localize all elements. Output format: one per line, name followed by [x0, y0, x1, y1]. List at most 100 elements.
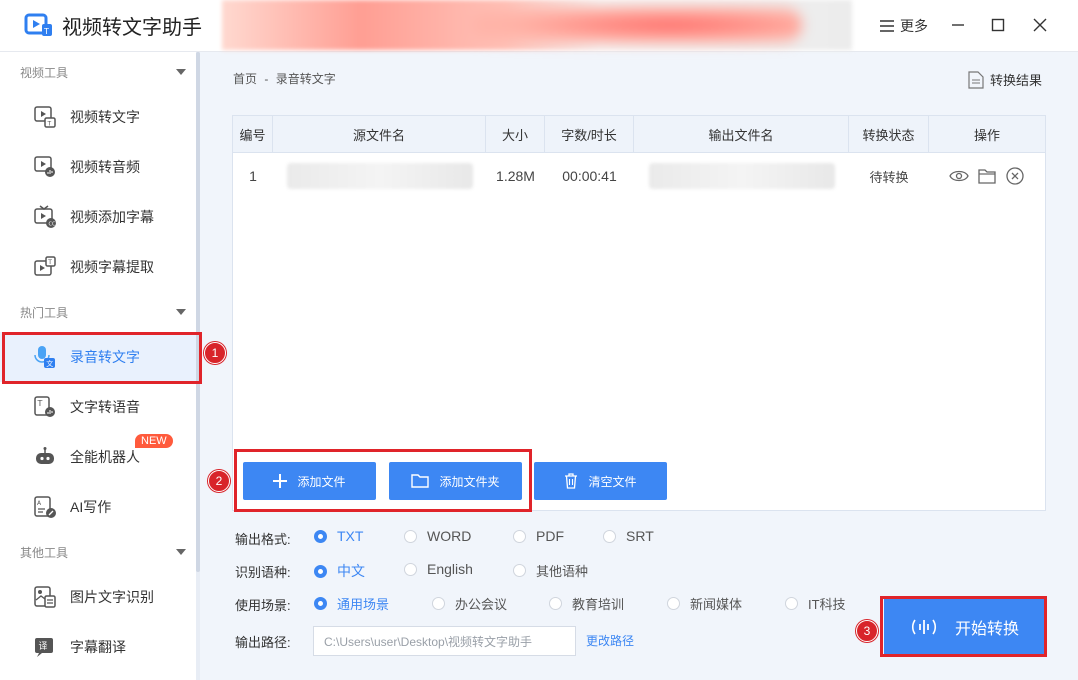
radio-label: 通用场景 — [337, 597, 390, 612]
scene-radio-education[interactable]: 教育培训 — [549, 594, 624, 613]
change-path-link[interactable]: 更改路径 — [586, 632, 634, 649]
scene-radio-meeting[interactable]: 办公会议 — [432, 594, 507, 613]
scene-radio-general[interactable]: 通用场景 — [314, 594, 389, 613]
app-logo-icon: T — [24, 13, 52, 36]
col-size: 大小 — [486, 116, 545, 153]
col-actions: 操作 — [973, 128, 1000, 143]
caret-down-icon — [176, 309, 186, 315]
radio-dot — [549, 597, 562, 610]
sidebar-item-ai-writing[interactable]: A AI写作 — [0, 482, 196, 532]
sidebar-item-extract-subtitle[interactable]: T 视频字幕提取 — [0, 242, 196, 292]
scene-label: 使用场景: — [235, 597, 291, 613]
language-radio-chinese[interactable]: 中文 — [314, 561, 365, 581]
svg-text:T: T — [37, 399, 43, 408]
section-hot-tools[interactable]: 热门工具 — [0, 292, 196, 332]
sidebar-item-video-to-text[interactable]: T 视频转文字 — [0, 92, 196, 142]
table-row[interactable]: 1 1.28M 00:00:41 待转换 — [233, 154, 1045, 198]
radio-dot — [785, 597, 798, 610]
row-size: 1.28M — [496, 168, 535, 184]
output-path-field[interactable]: C:\Users\user\Desktop\视频转文字助手 — [313, 626, 576, 656]
sidebar-item-label: 视频转音频 — [70, 159, 140, 175]
scene-radio-news[interactable]: 新闻媒体 — [667, 594, 742, 613]
output-path-label: 输出路径: — [235, 634, 291, 650]
breadcrumb: 首页 - 录音转文字 — [233, 70, 336, 87]
step-marker-2: 2 — [208, 470, 230, 492]
format-radio-srt[interactable]: SRT — [603, 528, 654, 544]
sidebar-item-robot[interactable]: 全能机器人 NEW — [0, 432, 196, 482]
document-icon — [968, 70, 984, 89]
subtitle-add-icon: CC — [32, 204, 58, 230]
preview-eye-icon[interactable] — [948, 165, 970, 187]
more-label: 更多 — [900, 18, 928, 34]
row-actions — [929, 154, 1045, 198]
more-menu-button[interactable]: 更多 — [880, 16, 928, 36]
format-radio-pdf[interactable]: PDF — [513, 528, 564, 544]
language-radio-other[interactable]: 其他语种 — [513, 561, 588, 580]
text-speech-icon: T — [32, 394, 58, 420]
highlight-box-add-buttons — [234, 449, 532, 512]
caret-down-icon — [176, 549, 186, 555]
highlight-box-audio-to-text — [2, 332, 202, 384]
minimize-icon — [952, 24, 964, 26]
sidebar-item-label: 视频添加字幕 — [70, 209, 154, 225]
section-other-tools[interactable]: 其他工具 — [0, 532, 196, 572]
row-source-name — [273, 154, 486, 198]
open-folder-icon[interactable] — [976, 165, 998, 187]
sidebar-item-label: 全能机器人 — [70, 449, 140, 465]
col-duration: 字数/时长 — [545, 116, 634, 153]
highlight-box-start — [880, 596, 1047, 657]
radio-label: PDF — [536, 528, 564, 544]
sidebar-item-label: 视频转文字 — [70, 109, 140, 125]
svg-text:译: 译 — [39, 641, 48, 652]
sidebar-item-image-ocr[interactable]: 图片文字识别 — [0, 572, 196, 622]
row-status: 待转换 — [869, 169, 909, 185]
svg-text:T: T — [47, 121, 52, 128]
radio-dot — [314, 529, 327, 543]
radio-dot — [432, 597, 445, 610]
sidebar-item-video-to-audio[interactable]: 视频转音频 — [0, 142, 196, 192]
format-radio-txt[interactable]: TXT — [314, 528, 363, 544]
col-status: 转换状态 — [849, 116, 929, 153]
scene-radio-it[interactable]: IT科技 — [785, 594, 846, 613]
svg-text:T: T — [47, 259, 52, 266]
col-index: 编号 — [233, 116, 273, 153]
svg-text:T: T — [43, 27, 49, 36]
format-radio-word[interactable]: WORD — [404, 528, 471, 544]
minimize-button[interactable] — [945, 12, 971, 38]
ad-banner[interactable] — [222, 0, 852, 50]
radio-dot — [314, 564, 327, 578]
subtitle-extract-icon: T — [32, 254, 58, 280]
trash-icon — [565, 473, 578, 489]
sidebar-item-text-to-speech[interactable]: T 文字转语音 — [0, 382, 196, 432]
radio-label: 其他语种 — [536, 564, 589, 579]
breadcrumb-home[interactable]: 首页 — [233, 72, 257, 86]
sidebar-item-subtitle-translate[interactable]: 译 字幕翻译 — [0, 622, 196, 672]
sidebar-scrollbar-thumb[interactable] — [196, 52, 200, 572]
remove-circle-x-icon[interactable] — [1004, 165, 1026, 187]
step-marker-3: 3 — [856, 620, 878, 642]
radio-label: TXT — [337, 528, 364, 544]
language-radio-english[interactable]: English — [404, 561, 473, 577]
clear-files-button[interactable]: 清空文件 — [534, 462, 667, 500]
radio-label: IT科技 — [808, 597, 846, 612]
output-format-label: 输出格式: — [235, 531, 291, 547]
clear-files-label: 清空文件 — [588, 474, 637, 489]
new-badge: NEW — [135, 434, 173, 448]
maximize-button[interactable] — [985, 12, 1011, 38]
section-video-tools[interactable]: 视频工具 — [0, 52, 196, 92]
radio-label: 新闻媒体 — [690, 597, 743, 612]
sidebar-item-add-subtitle[interactable]: CC 视频添加字幕 — [0, 192, 196, 242]
svg-text:A: A — [37, 500, 42, 507]
caret-down-icon — [176, 69, 186, 75]
conversion-result-button[interactable]: 转换结果 — [968, 70, 1042, 89]
radio-label: 中文 — [337, 563, 365, 579]
close-button[interactable] — [1027, 12, 1053, 38]
ai-write-icon: A — [32, 494, 58, 520]
svg-text:CC: CC — [49, 222, 56, 228]
col-source-name: 源文件名 — [273, 116, 486, 153]
radio-label: 办公会议 — [455, 597, 508, 612]
blurred-filename — [648, 163, 835, 189]
radio-label: 教育培训 — [572, 597, 625, 612]
scene-row: 使用场景: — [235, 593, 305, 615]
image-ocr-icon — [32, 584, 58, 610]
